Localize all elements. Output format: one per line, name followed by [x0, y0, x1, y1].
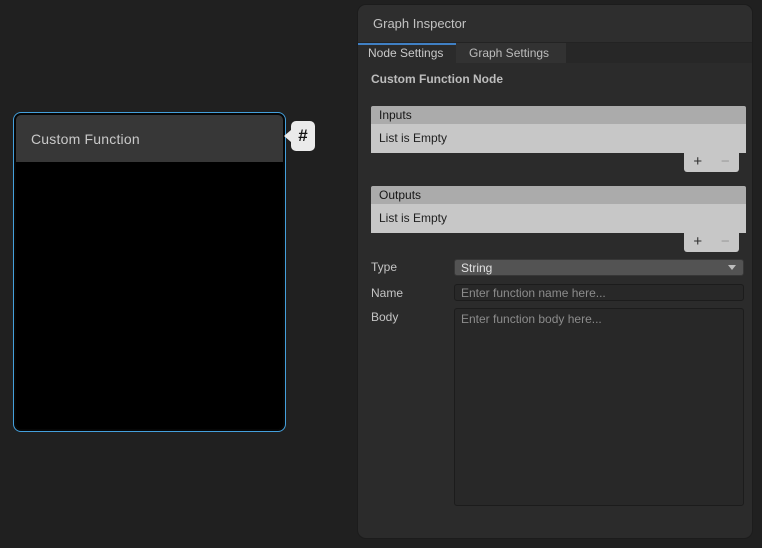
node-inner: Custom Function: [16, 115, 283, 429]
hash-icon: #: [298, 126, 307, 146]
node-body: [16, 162, 283, 429]
type-dropdown[interactable]: String: [454, 259, 744, 276]
function-name-input[interactable]: [454, 284, 744, 301]
chevron-down-icon: [728, 265, 736, 270]
inputs-list-empty-row: List is Empty: [371, 124, 746, 153]
inspector-titlebar: Graph Inspector: [358, 5, 752, 43]
outputs-remove-button[interactable]: −: [712, 233, 740, 252]
name-label: Name: [371, 285, 403, 302]
body-label: Body: [371, 309, 398, 326]
outputs-list: Outputs List is Empty + −: [371, 186, 746, 252]
inspector-title: Graph Inspector: [373, 16, 466, 31]
outputs-add-button[interactable]: +: [684, 233, 712, 252]
section-title: Custom Function Node: [371, 72, 503, 86]
inputs-list-footer: + −: [684, 153, 739, 172]
tab-graph-settings[interactable]: Graph Settings: [456, 43, 566, 63]
inputs-list-header: Inputs: [371, 106, 746, 124]
badge-pointer-icon: [284, 130, 291, 142]
function-body-textarea[interactable]: [454, 308, 744, 506]
inputs-add-button[interactable]: +: [684, 153, 712, 172]
type-label: Type: [371, 259, 397, 276]
outputs-list-footer: + −: [684, 233, 739, 252]
inputs-remove-button[interactable]: −: [712, 153, 740, 172]
node-header[interactable]: Custom Function: [16, 115, 283, 162]
inputs-list: Inputs List is Empty + −: [371, 106, 746, 172]
outputs-list-empty-row: List is Empty: [371, 204, 746, 233]
type-dropdown-value: String: [461, 261, 728, 275]
hash-badge[interactable]: #: [291, 121, 315, 151]
tab-node-settings[interactable]: Node Settings: [358, 43, 456, 63]
node-title: Custom Function: [31, 131, 140, 147]
outputs-list-header: Outputs: [371, 186, 746, 204]
custom-function-node[interactable]: Custom Function: [13, 112, 286, 432]
inspector-tab-bar: Node Settings Graph Settings: [358, 43, 752, 63]
graph-inspector-panel: Graph Inspector Node Settings Graph Sett…: [357, 4, 753, 539]
